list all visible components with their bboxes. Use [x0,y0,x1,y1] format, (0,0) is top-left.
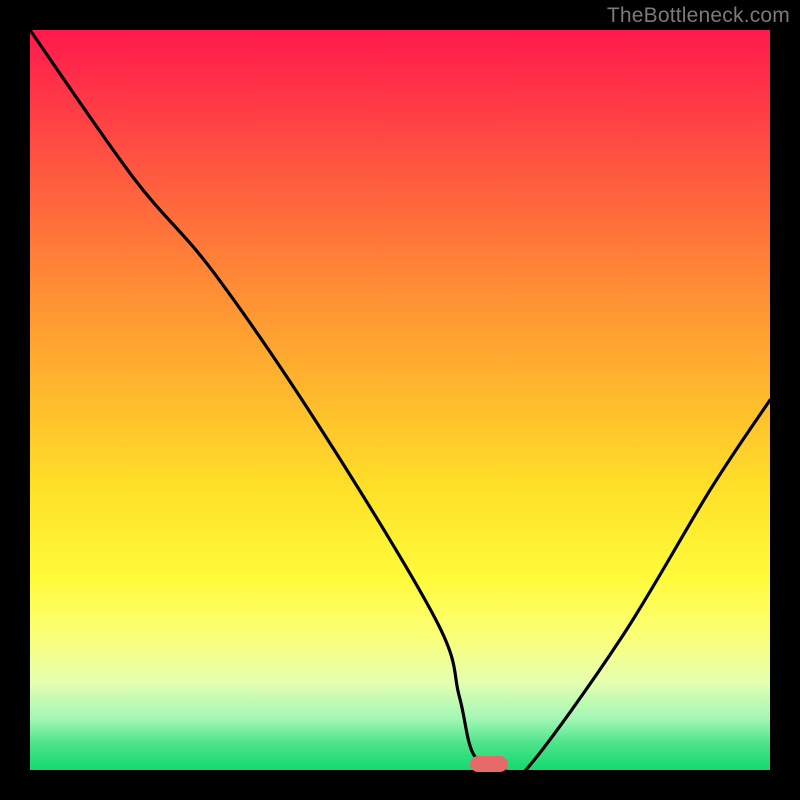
bottleneck-curve-path [30,30,770,770]
watermark-text: TheBottleneck.com [607,4,790,28]
optimal-marker [470,756,508,772]
curve-svg [30,30,770,770]
chart-frame: TheBottleneck.com [0,0,800,800]
plot-area [30,30,770,770]
